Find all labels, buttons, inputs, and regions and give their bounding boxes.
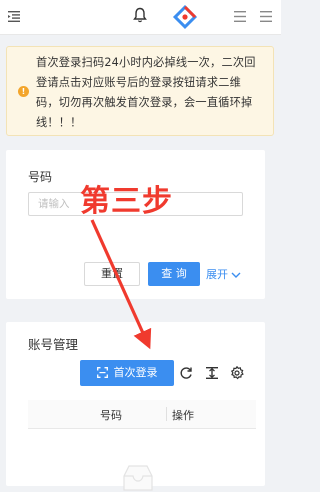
query-button[interactable]: 查 询 (148, 262, 200, 286)
menu-fold-icon[interactable] (8, 11, 20, 22)
notice-line: 线！！！ (36, 116, 82, 129)
step-annotation-label: 第三步 (80, 184, 173, 219)
scan-icon (96, 366, 108, 378)
chevron-down-icon (231, 272, 241, 278)
first-login-label: 首次登录 (113, 366, 158, 379)
empty-inbox-icon (123, 465, 153, 491)
notice-line: 码，切勿再次触发首次登录，会一直循环掉 (36, 96, 253, 109)
account-management-card: 账号管理 首次登录 号码 操作 (6, 322, 265, 491)
table-header: 号码 操作 (28, 400, 256, 429)
notice-line: 首次登录扫码24小时内必掉线一次，二次回 (36, 56, 256, 69)
column-height-icon[interactable] (205, 366, 219, 380)
logo-icon (172, 4, 198, 30)
reset-button[interactable]: 重置 (84, 262, 140, 286)
number-field-label: 号码 (28, 170, 53, 184)
first-login-button[interactable]: 首次登录 (80, 360, 174, 386)
column-divider (166, 407, 167, 421)
login-notice-alert: ! 首次登录扫码24小时内必掉线一次，二次回 登请点击对应账号后的登录按钮请求二… (6, 46, 274, 136)
warning-icon: ! (18, 86, 29, 97)
expand-label: 展开 (206, 268, 228, 281)
notice-line: 登请点击对应账号后的登录按钮请求二维 (36, 76, 241, 89)
column-header-actions: 操作 (172, 409, 194, 422)
expand-link[interactable]: 展开 (206, 266, 241, 282)
column-header-number: 号码 (100, 409, 122, 422)
refresh-icon[interactable] (179, 366, 193, 380)
top-bar (0, 0, 281, 35)
bell-icon[interactable] (133, 7, 147, 23)
settings-icon[interactable] (230, 366, 244, 380)
notice-text: 首次登录扫码24小时内必掉线一次，二次回 登请点击对应账号后的登录按钮请求二维 … (36, 53, 266, 133)
menu-icon[interactable] (234, 11, 246, 22)
menu-icon[interactable] (260, 11, 272, 22)
card-title: 账号管理 (28, 337, 79, 352)
search-form-card: 号码 请输入 重置 查 询 展开 (6, 150, 265, 299)
